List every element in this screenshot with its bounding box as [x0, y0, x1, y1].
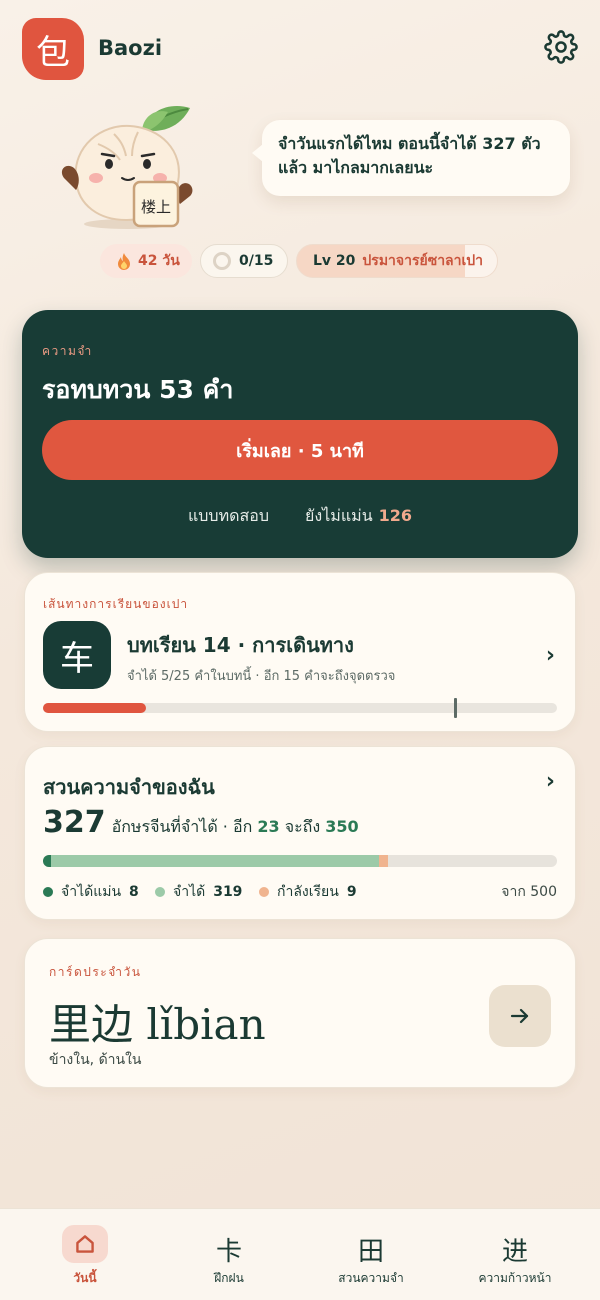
review-kicker: ความจำ — [42, 344, 93, 358]
legend-dot — [43, 887, 53, 897]
legend-count: 9 — [346, 884, 357, 900]
path-kicker: เส้นทางการเรียนของเปา — [43, 597, 189, 611]
progress-glyph-icon: 进 — [501, 1237, 528, 1267]
baozi-mascot-illustration: 楼上 — [61, 106, 193, 229]
mascot-sign-text: 楼上 — [141, 198, 171, 216]
target-count: 350 — [325, 817, 359, 836]
checkpoint-marker — [454, 698, 458, 718]
unsure-count: 126 — [378, 506, 413, 525]
home-icon — [76, 1235, 94, 1253]
garden-bar-segment — [51, 855, 380, 867]
app-header: 包 Baozi — [22, 18, 578, 80]
fire-icon — [118, 253, 130, 270]
legend-dot — [259, 887, 269, 897]
tab-today[interactable]: วันนี้ — [10, 1209, 160, 1300]
streak-label: 42 วัน — [138, 253, 180, 269]
daily-goal-pill[interactable]: 0/15 — [200, 244, 288, 278]
arrow-right-icon — [510, 1008, 529, 1024]
mascot-speech-bubble: จำวันแรกได้ไหม ตอนนี้จำได้ 327 ตัว แล้ว … — [252, 120, 570, 196]
review-links: แบบทดสอบ ยังไม่แม่น 126 — [22, 504, 578, 529]
daily-next-button[interactable] — [489, 985, 551, 1047]
level-label: Lv 20 — [313, 253, 356, 269]
garden-bar-segment — [379, 855, 389, 867]
daily-meaning: ข้างใน, ด้านใน — [49, 1052, 142, 1068]
goal-label: 0/15 — [239, 253, 274, 269]
lesson-subtitle: จำได้ 5/25 คำในบทนี้ · อีก 15 คำจะถึงจุด… — [127, 669, 396, 684]
unsure-words-link[interactable]: ยังไม่แม่น 126 — [305, 504, 412, 529]
daily-word: 里边 lǐbian — [49, 1000, 266, 1049]
legend-label: กำลังเรียน — [277, 884, 339, 900]
streak-pill[interactable]: 42 วัน — [100, 244, 192, 278]
legend-dot — [155, 887, 165, 897]
gear-icon[interactable] — [544, 30, 578, 64]
garden-bar-segment — [43, 855, 52, 867]
legend-item: จำได้ 319 — [155, 881, 242, 903]
garden-title: สวนความจำของฉัน — [43, 775, 215, 799]
memory-garden-card[interactable]: สวนความจำของฉัน › 327 อักษรจีนที่จำได้ ·… — [24, 746, 576, 920]
legend-label: จำได้แม่น — [61, 884, 122, 900]
legend-count: 8 — [129, 884, 139, 900]
quiz-link[interactable]: แบบทดสอบ — [188, 504, 269, 529]
lesson-title: บทเรียน 14 · การเดินทาง — [127, 633, 354, 657]
tab-label: ความก้าวหน้า — [478, 1271, 552, 1285]
review-card: ความจำ รอทบทวน 53 คำ เริ่มเลย · 5 นาที แ… — [22, 310, 578, 558]
lesson-progress-fill — [43, 703, 146, 713]
level-title: ปรมาจารย์ซาลาเปา — [362, 253, 484, 269]
card-glyph-icon: 卡 — [215, 1237, 242, 1267]
field-glyph-icon: 田 — [357, 1237, 384, 1267]
garden-count-text: อักษรจีนที่จำได้ · อีก 23 จะถึง 350 — [111, 817, 359, 836]
legend-count: 319 — [213, 884, 243, 900]
tab-garden[interactable]: 田 สวนความจำ — [296, 1209, 446, 1300]
learning-path-card[interactable]: เส้นทางการเรียนของเปา 车 บทเรียน 14 · การ… — [24, 572, 576, 732]
garden-count: 327 อักษรจีนที่จำได้ · อีก 23 จะถึง 350 — [43, 805, 359, 840]
start-review-button[interactable]: เริ่มเลย · 5 นาที — [42, 420, 558, 480]
level-pill[interactable]: Lv 20 ปรมาจารย์ซาลาเปา — [296, 244, 498, 278]
legend-label: จำได้ — [173, 884, 206, 900]
daily-kicker: การ์ดประจำวัน — [49, 965, 142, 979]
tab-progress[interactable]: 进 ความก้าวหน้า — [440, 1209, 590, 1300]
stats-row: 42 วัน 0/15 Lv 20 ปรมาจารย์ซาลาเปา — [0, 244, 600, 280]
garden-legend: จาก 500 จำได้แม่น 8 จำได้ 319 กำลังเรียน 9 — [43, 881, 557, 901]
tab-label: วันนี้ — [73, 1271, 97, 1285]
tab-label: สวนความจำ — [338, 1271, 404, 1285]
chevron-right-icon[interactable]: › — [546, 769, 555, 794]
app-name: Baozi — [98, 36, 163, 60]
review-heading: รอทบทวน 53 คำ — [42, 375, 234, 404]
garden-count-number: 327 — [43, 805, 106, 840]
unsure-label: ยังไม่แม่น — [305, 506, 373, 525]
garden-total: จาก 500 — [501, 884, 557, 900]
legend-item: กำลังเรียน 9 — [259, 881, 357, 903]
lesson-progress-bar — [43, 698, 557, 718]
lesson-icon: 车 — [43, 621, 111, 689]
chevron-right-icon[interactable]: › — [546, 643, 555, 668]
tab-label: ฝึกฝน — [214, 1271, 244, 1285]
legend-item: จำได้แม่น 8 — [43, 881, 139, 903]
remaining-count: 23 — [257, 817, 280, 836]
daily-card[interactable]: การ์ดประจำวัน 里边 lǐbian ข้างใน, ด้านใน — [24, 938, 576, 1088]
garden-stacked-bar — [43, 855, 557, 867]
app-logo: 包 — [22, 18, 84, 80]
tab-practice[interactable]: 卡 ฝึกฝน — [154, 1209, 304, 1300]
goal-progress-ring-icon — [213, 252, 231, 270]
bottom-tab-bar: วันนี้ 卡 ฝึกฝน 田 สวนความจำ 进 ความก้าวหน้… — [0, 1208, 600, 1300]
